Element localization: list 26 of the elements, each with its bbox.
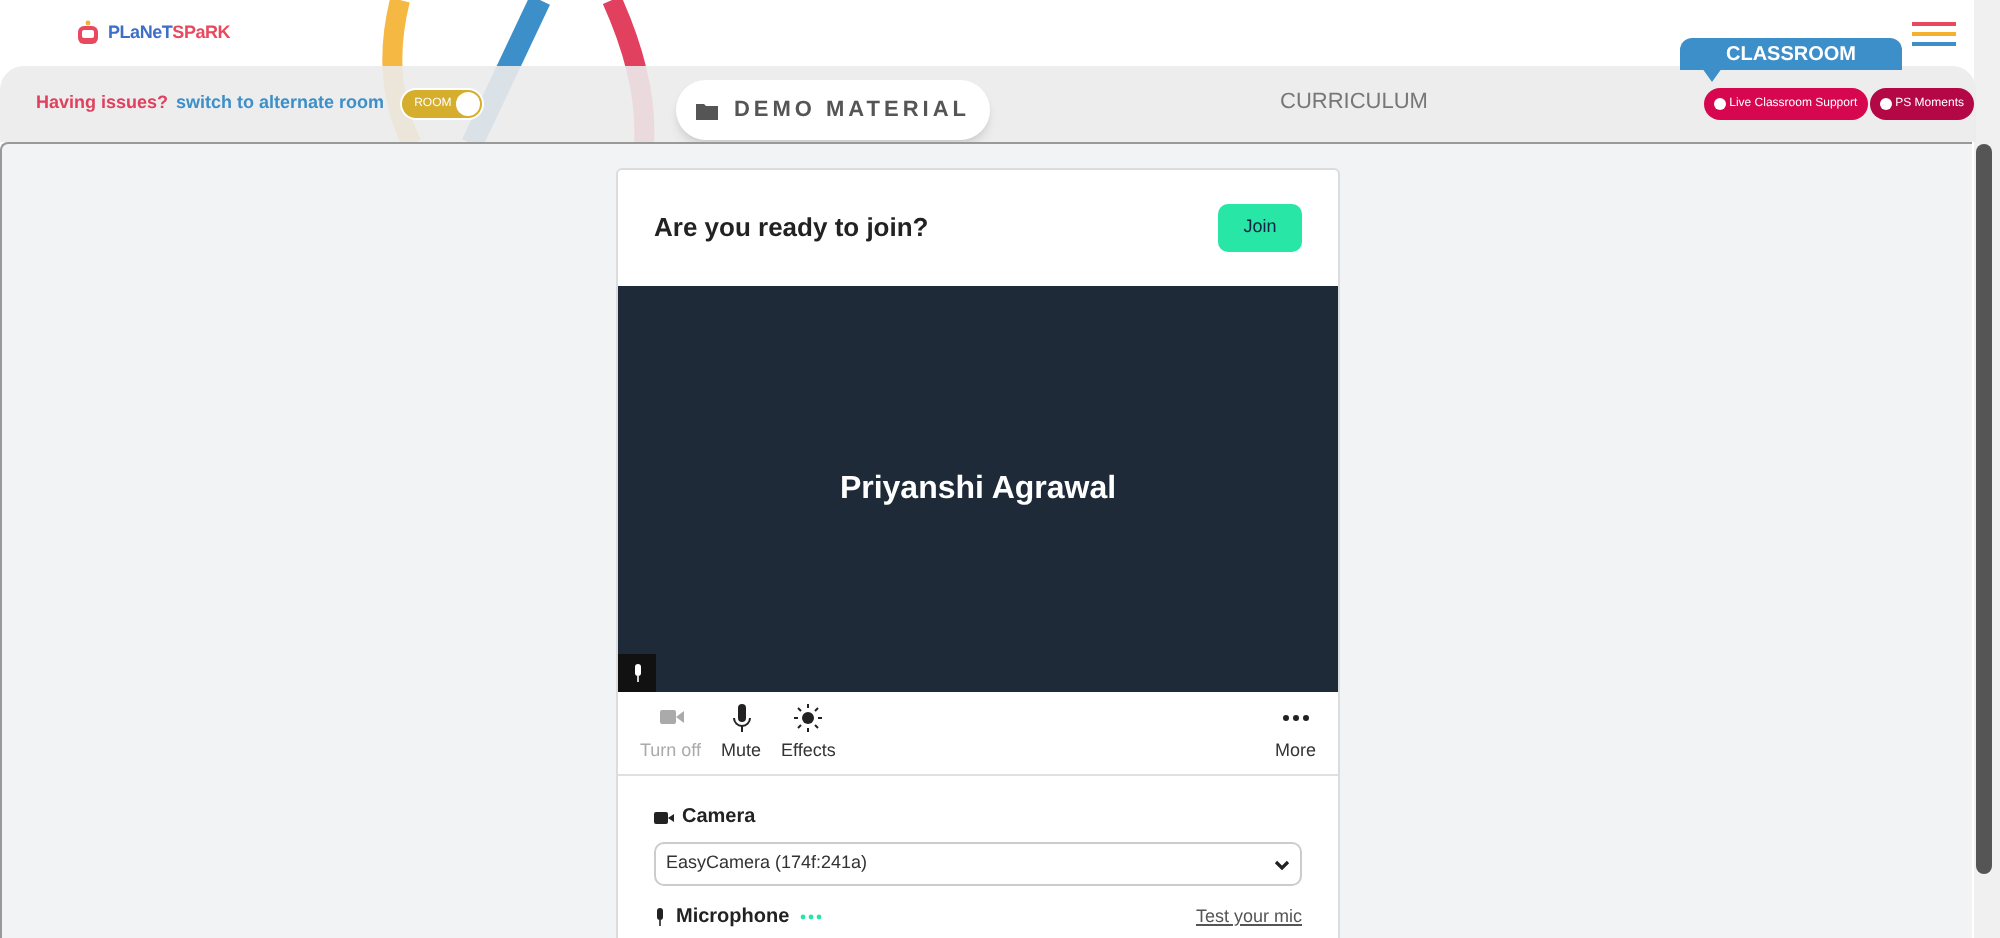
microphone-icon (727, 703, 756, 731)
sun-icon (794, 703, 823, 731)
demo-material-button[interactable]: DEMO MATERIAL (676, 80, 990, 140)
participant-name: Priyanshi Agrawal (839, 469, 1117, 509)
card-title: Are you ready to join? (654, 210, 929, 247)
video-camera-icon (654, 811, 674, 823)
curriculum-tab[interactable]: CURRICULUM (1280, 86, 1428, 119)
chevron-down-icon (1274, 859, 1290, 869)
issue-text: Having issues? (36, 90, 169, 117)
menu-icon[interactable] (1912, 21, 1956, 45)
camera-select[interactable]: EasyCamera (174f:241a) (654, 842, 1302, 886)
folder-icon (695, 101, 718, 119)
camera-label: Camera (682, 804, 756, 832)
microphone-label: Microphone (676, 904, 790, 932)
brand-logo: PLaNeTSPaRK (108, 19, 231, 46)
control-button[interactable]: Mute (711, 703, 772, 764)
scrollbar[interactable] (1976, 144, 1992, 874)
control-button[interactable]: Effects (771, 703, 846, 764)
test-mic-link[interactable]: Test your mic (1195, 903, 1302, 931)
tab-pointer-icon (1702, 68, 1722, 82)
microphone-icon (631, 664, 643, 682)
control-button[interactable]: More (1264, 703, 1326, 764)
join-button[interactable]: Join (1218, 204, 1302, 252)
robot-logo-icon (76, 19, 100, 47)
microphone-icon (654, 908, 666, 926)
level-dots-icon (799, 914, 822, 920)
